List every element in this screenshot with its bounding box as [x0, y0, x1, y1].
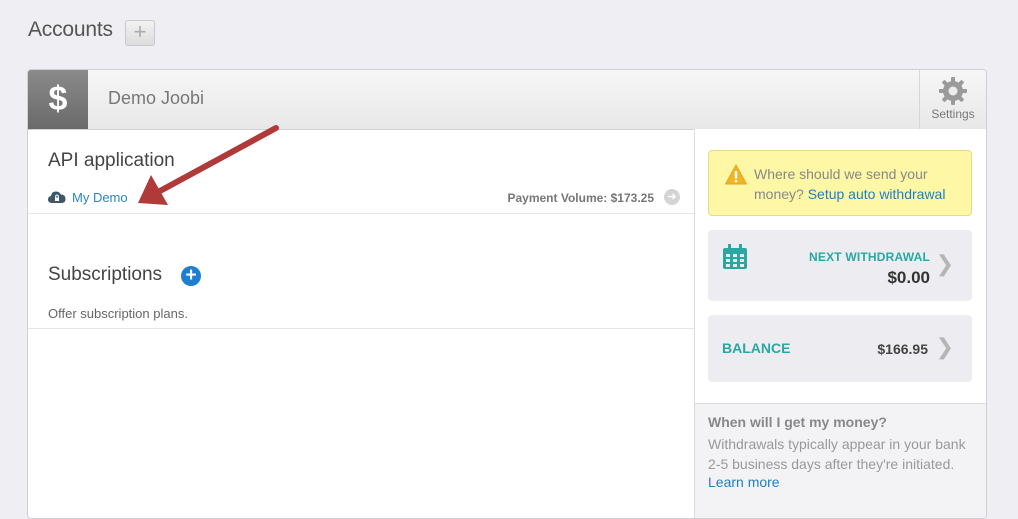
account-card: $ Demo Joobi Settings API application My… [27, 69, 987, 519]
balance-amount: $166.95 [877, 341, 928, 357]
account-sidebar: Where should we send your money? Setup a… [695, 129, 986, 518]
add-account-button[interactable]: + [125, 20, 155, 46]
applications-panel: API application My Demo Payment Volume: … [28, 129, 695, 518]
subscriptions-title: Subscriptions [48, 264, 163, 285]
balance-label: BALANCE [722, 340, 791, 356]
api-application-title: API application [48, 150, 175, 171]
settings-label: Settings [931, 107, 975, 121]
next-withdrawal-label: NEXT WITHDRAWAL [809, 250, 930, 264]
next-withdrawal-panel[interactable]: NEXT WITHDRAWAL $0.00 ❯ [708, 230, 972, 301]
chevron-right-icon: ❯ [935, 335, 954, 360]
chevron-right-icon: ❯ [935, 252, 954, 277]
arrow-right-icon[interactable]: ➜ [664, 189, 680, 205]
withdrawal-info: When will I get my money? Withdrawals ty… [695, 403, 986, 518]
divider [28, 328, 694, 329]
app-name: My Demo [72, 190, 128, 205]
warning-icon [725, 164, 747, 185]
withdrawal-alert: Where should we send your money? Setup a… [708, 150, 972, 216]
info-title: When will I get my money? [708, 414, 887, 430]
learn-more-link[interactable]: Learn more [708, 474, 780, 490]
dollar-icon: $ [28, 70, 88, 129]
divider [28, 213, 694, 214]
subscriptions-description: Offer subscription plans. [48, 306, 188, 321]
cloud-lock-icon [48, 190, 66, 207]
page-title: Accounts [28, 18, 113, 41]
payment-volume: Payment Volume: $173.25 [507, 191, 654, 205]
add-subscription-button[interactable]: + [181, 266, 201, 286]
settings-button[interactable]: Settings [919, 70, 986, 129]
setup-auto-withdrawal-link[interactable]: Setup auto withdrawal [808, 186, 946, 202]
account-header: $ Demo Joobi Settings [28, 70, 986, 130]
account-name: Demo Joobi [108, 88, 205, 108]
gear-icon [939, 77, 967, 105]
calendar-icon [723, 244, 747, 269]
withdrawal-alert-text: Where should we send your money? Setup a… [754, 166, 946, 202]
next-withdrawal-amount: $0.00 [887, 268, 930, 287]
my-demo-link[interactable]: My Demo [48, 190, 128, 207]
info-body: Withdrawals typically appear in your ban… [708, 436, 966, 472]
balance-panel[interactable]: BALANCE $166.95 ❯ [708, 315, 972, 382]
